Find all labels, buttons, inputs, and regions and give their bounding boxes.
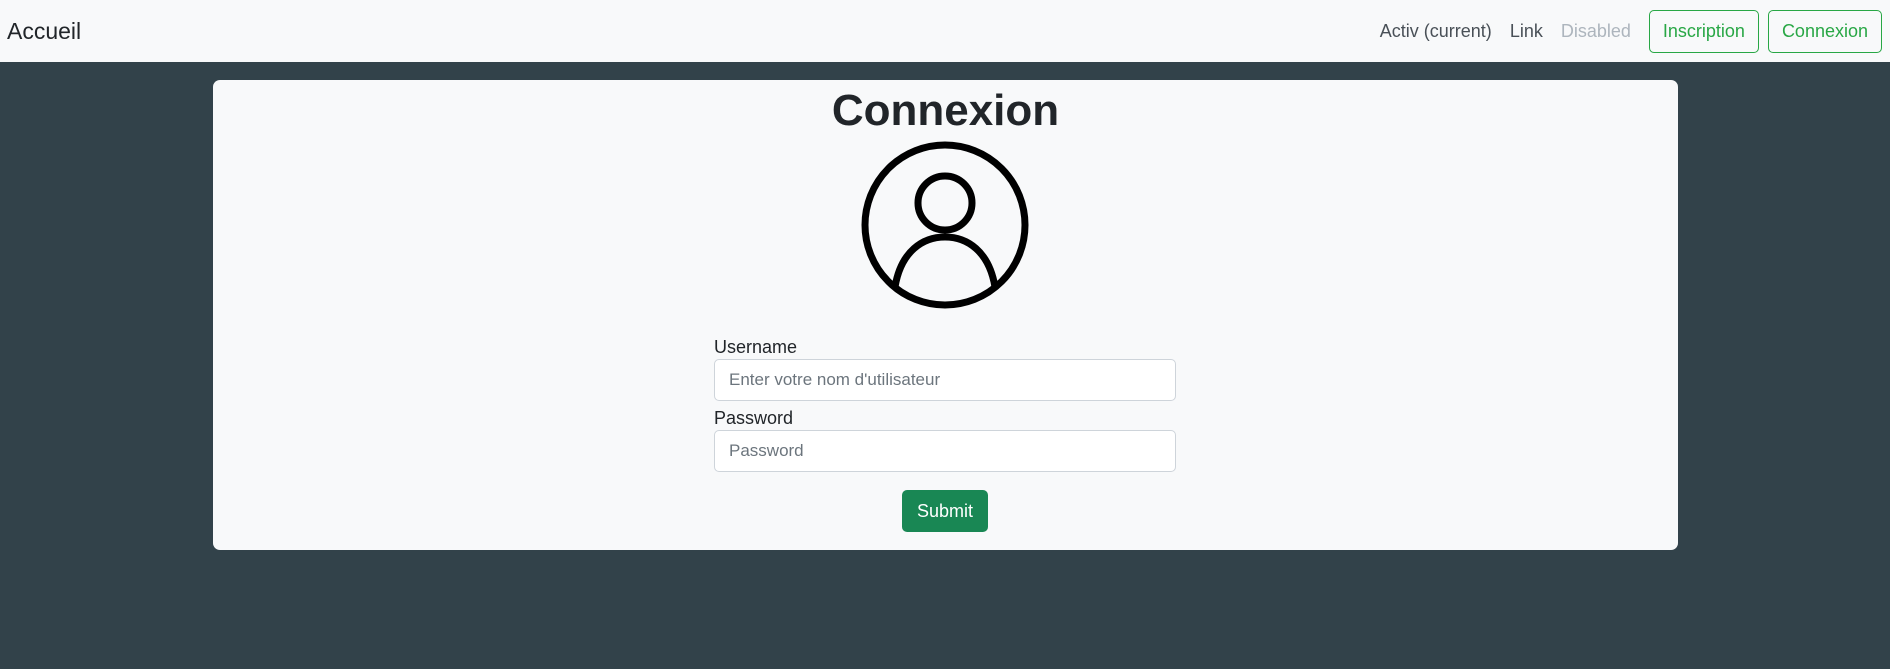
username-label: Username: [714, 337, 798, 357]
page-title: Connexion: [831, 86, 1060, 135]
nav-link-link[interactable]: Link: [1510, 21, 1543, 42]
submit-button[interactable]: Submit: [902, 490, 988, 532]
brand-link[interactable]: Accueil: [7, 18, 81, 45]
nav-link-active[interactable]: Activ (current): [1380, 21, 1492, 42]
top-navbar: Accueil Activ (current) Link Disabled In…: [0, 0, 1890, 62]
password-label: Password: [714, 408, 794, 428]
person-circle-icon: [861, 141, 1029, 309]
connexion-button[interactable]: Connexion: [1767, 9, 1882, 53]
username-input[interactable]: [714, 359, 1176, 401]
password-input[interactable]: [714, 430, 1176, 472]
inscription-button[interactable]: Inscription: [1648, 9, 1759, 53]
nav-link-disabled: Disabled: [1560, 20, 1631, 41]
login-form: Username Password: [714, 336, 1176, 478]
nav-right-group: Activ (current) Link Disabled Inscriptio…: [1380, 9, 1882, 53]
login-card: Connexion Username Password Submit: [213, 80, 1678, 550]
